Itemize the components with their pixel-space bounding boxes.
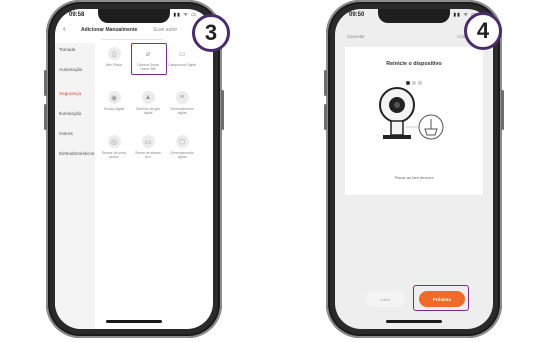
home-indicator — [386, 320, 442, 323]
volume-button — [44, 104, 47, 130]
page-title: Adicionar Manualmente — [81, 27, 138, 33]
step-badge: 4 — [464, 12, 502, 50]
device-icon: ▯ — [107, 47, 121, 60]
device-icon: ▭ — [175, 47, 189, 60]
device-tile[interactable]: ▭ Campainha Digital — [167, 47, 197, 67]
camera-icon: ⌀ — [141, 47, 155, 60]
device-label: Sensor digital — [103, 107, 125, 111]
device-tile[interactable]: ⬡ Gerenciamento digital — [167, 135, 197, 159]
notch — [98, 9, 170, 23]
phone-left: 09:58 ▮▮ ᯤ ▭ ‹ Adicionar Manualmente Sca… — [44, 0, 224, 338]
device-label: Sirene de alarme wi-fi — [135, 151, 161, 159]
device-label: Mini Piston — [105, 63, 123, 67]
device-tile[interactable]: ≡ Gerenciamento digital — [167, 91, 197, 115]
device-tile[interactable]: ◎ Sensor de porta janela — [99, 135, 129, 159]
phone-right: 09:50 ▮▮ ᯤ ▭ Cancelar Código Reinicie o … — [324, 0, 504, 338]
category-item-active[interactable]: Segurança — [59, 91, 81, 96]
device-label: Gerenciamento digital — [170, 107, 194, 115]
page-title: Reinicie o dispositivo — [386, 61, 442, 67]
screen: 09:50 ▮▮ ᯤ ▭ Cancelar Código Reinicie o … — [335, 9, 493, 329]
device-icon: ◎ — [107, 135, 121, 148]
category-item[interactable]: Tomada — [59, 47, 75, 52]
category-item[interactable]: Eletrodomésticos — [59, 151, 94, 157]
device-tile[interactable]: ▭ Sirene de alarme wi-fi — [133, 135, 163, 159]
volume-button — [324, 104, 327, 130]
nav-header: ‹ Adicionar Manualmente Scan autor — [55, 25, 213, 37]
device-tile[interactable]: ◉ Sensor digital — [99, 91, 129, 111]
device-tile[interactable]: ▯ Mini Piston — [99, 47, 129, 67]
device-tile-selected[interactable]: ⌀ Câmera Smart Home Wifi — [133, 47, 163, 71]
home-indicator — [106, 320, 162, 323]
step-badge: 3 — [192, 14, 230, 52]
status-time: 09:58 — [69, 12, 85, 18]
device-icon: ◉ — [107, 91, 121, 104]
back-icon[interactable]: ‹ — [63, 26, 65, 33]
volume-button — [324, 70, 327, 96]
device-label: Gerenciamento digital — [170, 151, 194, 159]
category-item[interactable]: Iluminação — [59, 111, 81, 116]
power-button — [501, 90, 504, 130]
camera-reset-illustration — [379, 87, 444, 140]
device-tile[interactable]: ▲ Detector de gás digital — [133, 91, 163, 115]
back-button[interactable]: Voltar — [365, 291, 405, 307]
screen: 09:58 ▮▮ ᯤ ▭ ‹ Adicionar Manualmente Sca… — [55, 9, 213, 329]
category-item[interactable]: Outros — [59, 131, 73, 136]
status-time: 09:50 — [349, 12, 365, 18]
device-label: Câmera Smart Home Wifi — [136, 63, 160, 71]
device-icon: ≡ — [175, 91, 189, 104]
device-icon: ⬡ — [175, 135, 189, 148]
device-icon: ▭ — [141, 135, 155, 148]
device-label: Campainha Digital — [168, 63, 196, 67]
volume-button — [44, 70, 47, 96]
next-button[interactable]: Próximo — [419, 291, 465, 307]
camera-icon — [379, 87, 415, 139]
category-item[interactable]: Automação — [59, 67, 82, 72]
scan-button[interactable]: Scan autor — [153, 27, 177, 33]
status-icons: ▮▮ ᯤ ▭ — [173, 12, 197, 18]
cancel-button[interactable]: Cancelar — [347, 34, 365, 39]
instruction-hint: Piscar ao lâm devices — [394, 175, 434, 180]
notch — [378, 9, 450, 23]
device-label: Detector de gás digital — [136, 107, 160, 115]
divider — [101, 39, 163, 40]
category-sidebar: Tomada Automação Segurança Iluminação Ou… — [55, 43, 95, 329]
device-icon: ▲ — [141, 91, 155, 104]
power-button — [221, 90, 224, 130]
device-label: Sensor de porta janela — [101, 151, 127, 159]
